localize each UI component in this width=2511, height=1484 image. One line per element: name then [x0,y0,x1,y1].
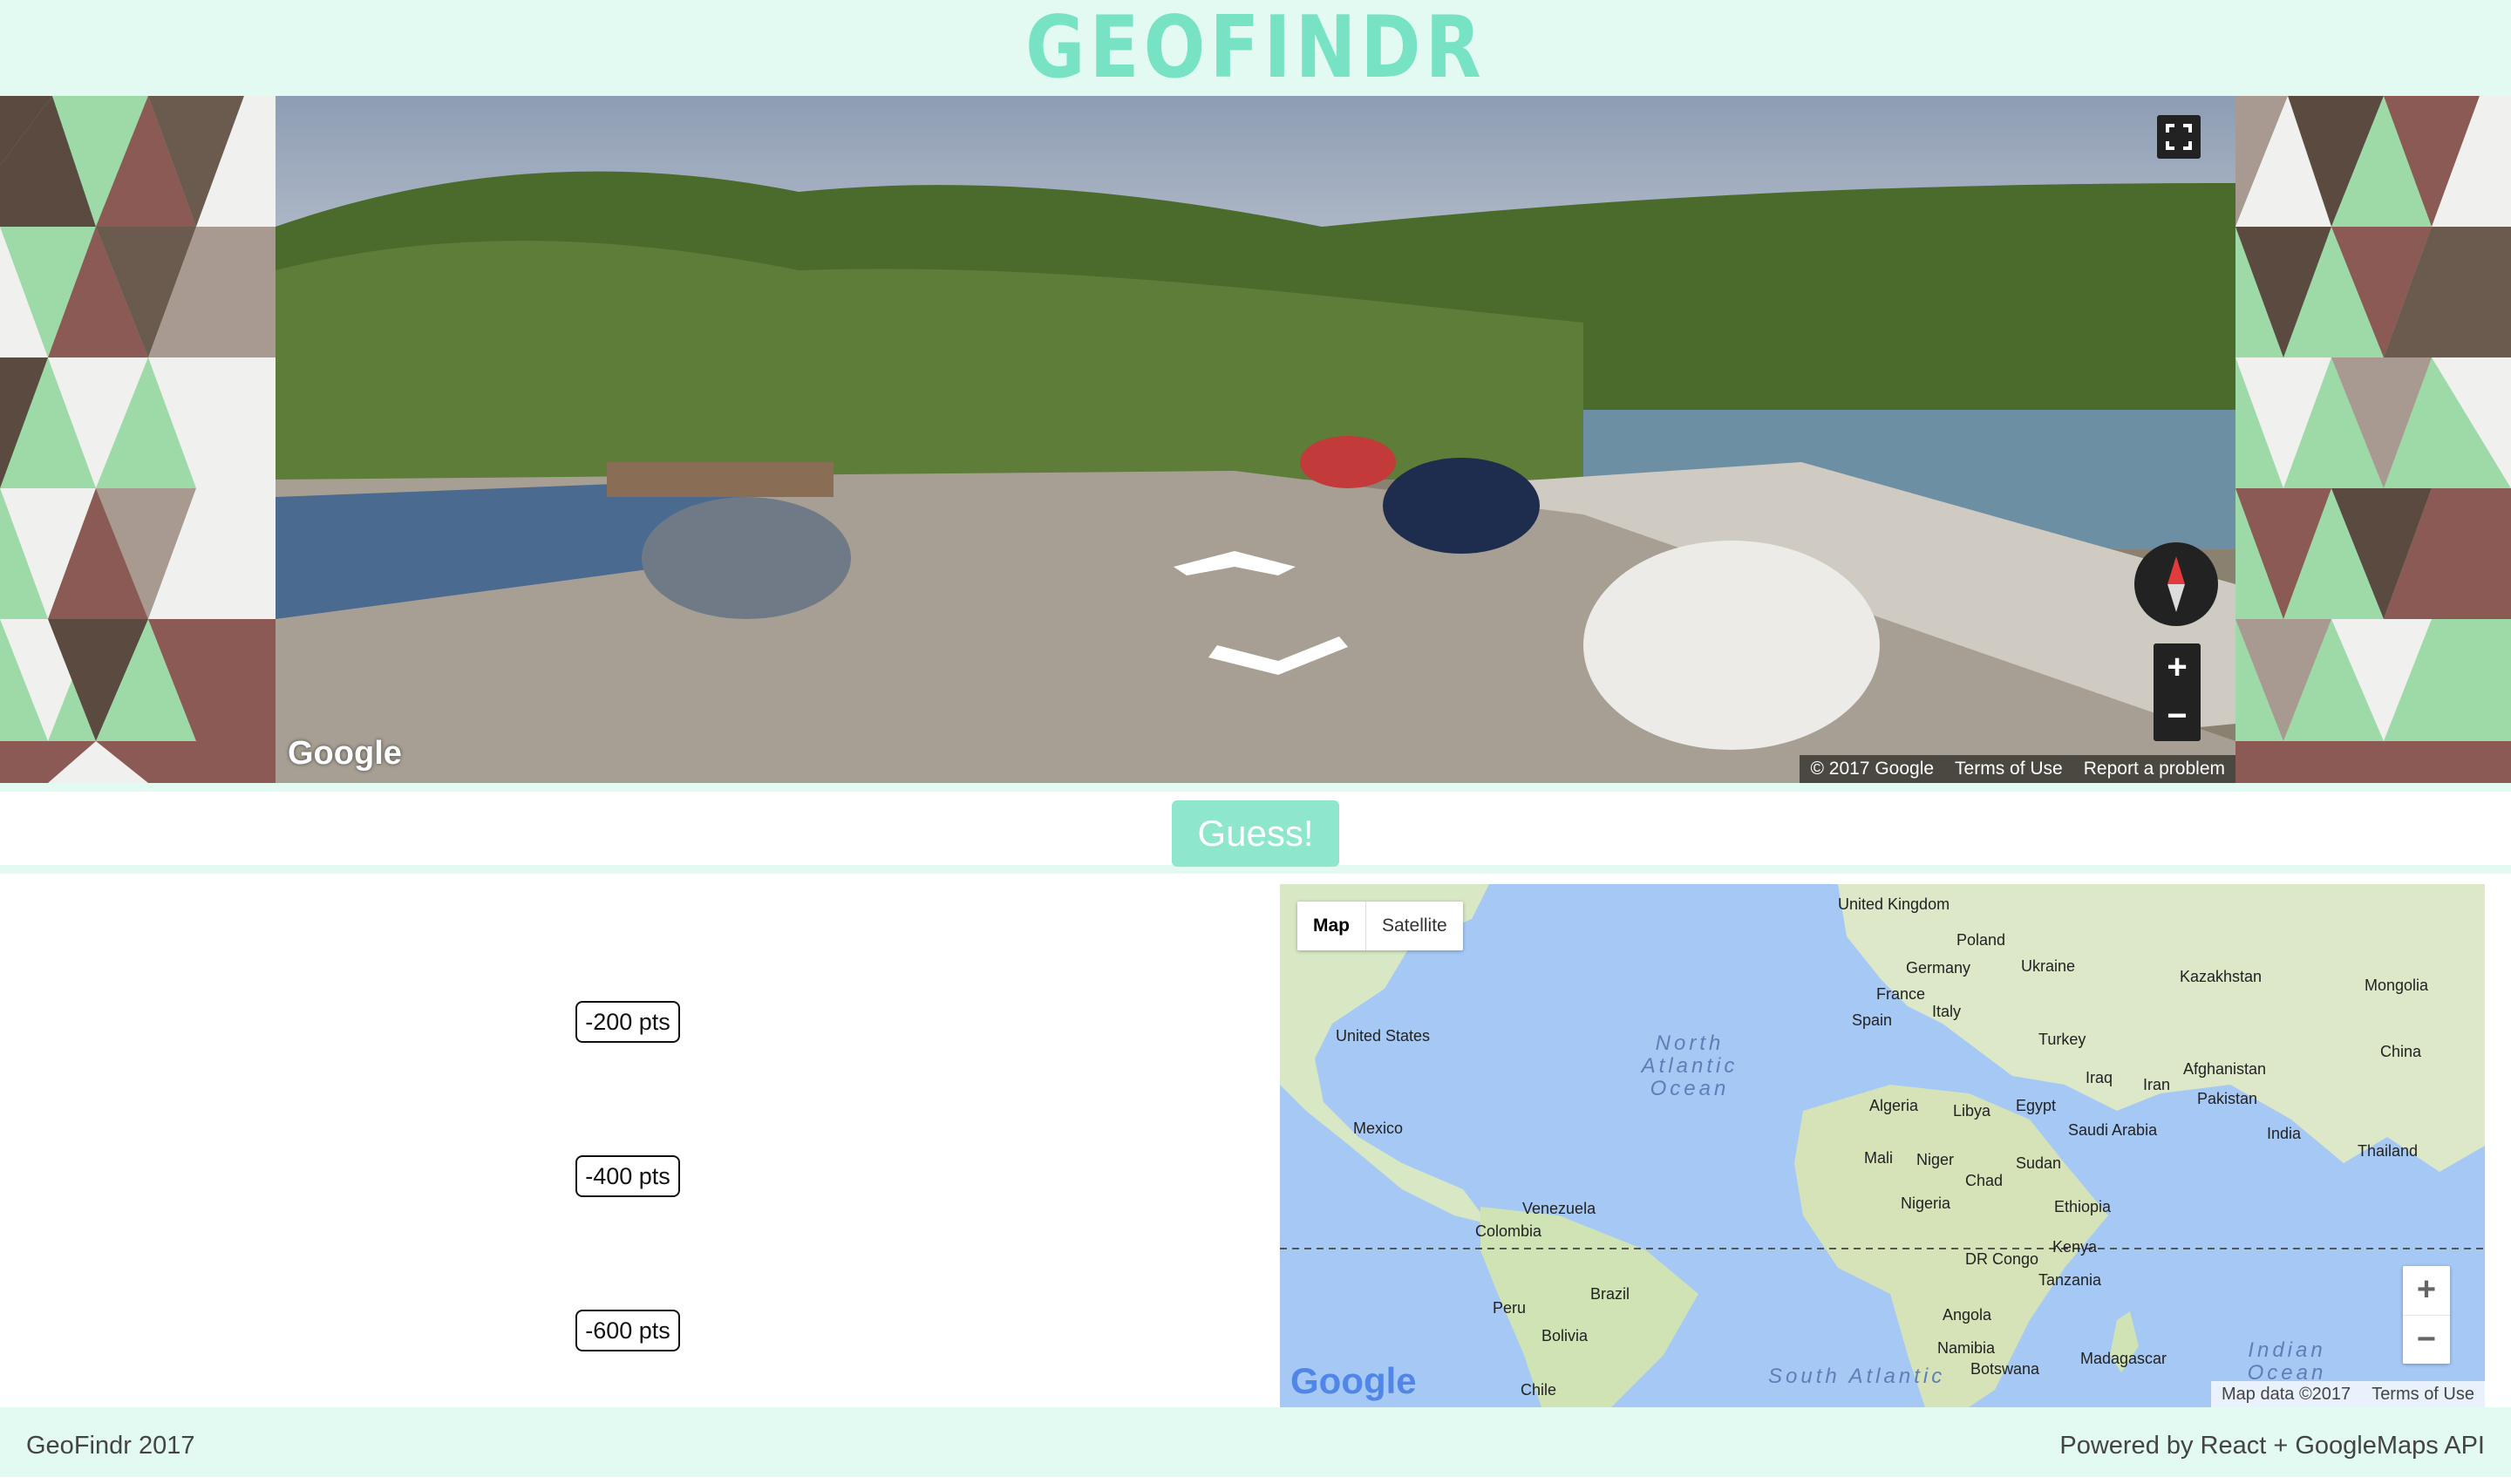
label-ukraine: Ukraine [2021,957,2076,975]
label-brazil: Brazil [1590,1285,1630,1303]
street-view-footer: © 2017 Google Terms of Use Report a prob… [1800,755,2235,783]
points-badge-400: -400 pts [575,1155,680,1197]
label-indian-ocean: Indian Ocean [2247,1338,2327,1385]
label-north-atlantic-ocean: North Atlantic Ocean [1641,1031,1739,1100]
points-badge-200: -200 pts [575,1001,680,1043]
label-kenya: Kenya [2052,1238,2098,1256]
label-france: France [1876,985,1926,1003]
decorative-pattern-left [0,96,276,783]
label-china: China [2380,1043,2422,1060]
report-problem-link[interactable]: Report a problem [2073,759,2235,779]
map-type-control: Map Satellite [1297,902,1463,950]
label-united-states: United States [1336,1027,1431,1045]
map-type-satellite-button[interactable]: Satellite [1366,902,1463,950]
label-mali: Mali [1864,1149,1894,1167]
guess-map[interactable]: United Kingdom Poland Germany Ukraine Ka… [1280,884,2485,1407]
compass-icon [2167,556,2185,612]
label-ethiopia: Ethiopia [2054,1198,2112,1215]
label-south-atlantic: South Atlantic [1768,1365,1946,1388]
label-spain: Spain [1852,1011,1893,1029]
fullscreen-icon [2166,124,2192,150]
geofindr-logo: GEOFINDR [1025,0,1486,98]
map-footer: Map data ©2017 Terms of Use [2211,1381,2485,1407]
label-iraq: Iraq [2086,1069,2113,1086]
footer-copyright: GeoFindr 2017 [26,1432,195,1460]
street-view-zoom-control: + − [2154,643,2201,741]
label-bolivia: Bolivia [1541,1327,1589,1344]
label-madagascar: Madagascar [2080,1350,2167,1367]
label-iran: Iran [2143,1076,2171,1093]
label-libya: Libya [1953,1102,1991,1120]
label-peru: Peru [1493,1299,1527,1317]
label-venezuela: Venezuela [1522,1200,1596,1217]
label-thailand: Thailand [2358,1142,2419,1160]
label-india: India [2267,1125,2302,1142]
label-egypt: Egypt [2016,1097,2057,1114]
label-mongolia: Mongolia [2365,977,2429,994]
label-turkey: Turkey [2038,1031,2086,1048]
label-germany: Germany [1906,959,1971,977]
map-zoom-out-button[interactable]: − [2403,1316,2450,1365]
terms-of-use-link[interactable]: Terms of Use [1944,759,2073,779]
label-italy: Italy [1932,1003,1962,1020]
label-tanzania: Tanzania [2038,1271,2102,1289]
map-zoom-in-button[interactable]: + [2403,1266,2450,1316]
label-afghanistan: Afghanistan [2183,1060,2267,1078]
footer-powered-by: Powered by React + GoogleMaps API [2059,1432,2485,1460]
street-zoom-in-button[interactable]: + [2154,643,2201,692]
label-angola: Angola [1943,1306,1992,1324]
street-zoom-out-button[interactable]: − [2154,692,2201,741]
points-badge-600: -600 pts [575,1310,680,1351]
label-dr-congo: DR Congo [1965,1250,2039,1268]
map-type-map-button[interactable]: Map [1297,902,1366,950]
label-mexico: Mexico [1353,1120,1404,1137]
label-kazakhstan: Kazakhstan [2180,968,2263,985]
map-zoom-control: + − [2403,1266,2450,1364]
header: GEOFINDR [0,0,2511,96]
label-chad: Chad [1965,1172,2004,1189]
label-united-kingdom: United Kingdom [1838,896,1950,912]
label-algeria: Algeria [1869,1097,1919,1114]
decorative-pattern-right [2235,96,2511,783]
label-pakistan: Pakistan [2197,1090,2258,1107]
google-map-logo: Google [1290,1360,1417,1401]
label-colombia: Colombia [1475,1222,1542,1240]
label-botswana: Botswana [1970,1360,2040,1378]
map-data-text: Map data ©2017 [2222,1384,2351,1404]
map-terms-link[interactable]: Terms of Use [2361,1385,2485,1405]
label-niger: Niger [1916,1151,1955,1168]
street-view-panorama[interactable]: + − Google © 2017 Google Terms of Use Re… [276,96,2235,783]
label-poland: Poland [1956,931,2006,949]
label-chile: Chile [1521,1381,1557,1399]
compass-control[interactable] [2134,542,2218,626]
fullscreen-button[interactable] [2157,115,2201,159]
label-saudi-arabia: Saudi Arabia [2068,1121,2158,1139]
copyright-text: © 2017 Google [1810,759,1935,779]
footer: GeoFindr 2017 Powered by React + GoogleM… [0,1407,2511,1477]
guess-button[interactable]: Guess! [1172,800,1339,867]
label-nigeria: Nigeria [1901,1195,1951,1212]
google-logo: Google [288,735,402,772]
label-namibia: Namibia [1937,1339,1996,1357]
label-sudan: Sudan [2016,1154,2062,1172]
